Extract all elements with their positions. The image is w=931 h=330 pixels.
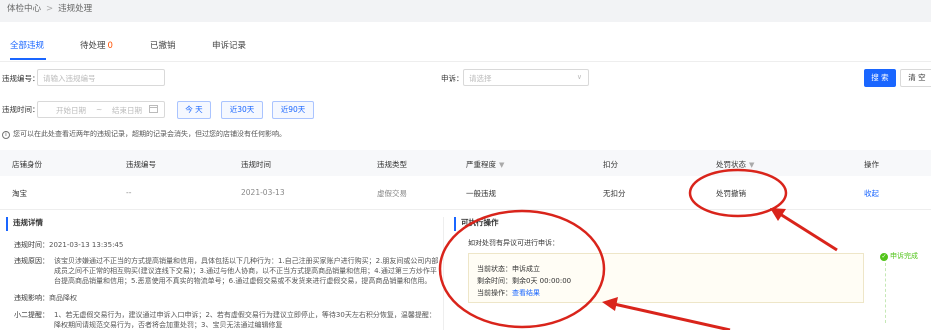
violation-no-input[interactable]: 请输入违规编号 [37, 69, 165, 86]
appeal-select[interactable]: 请选择 ∨ [463, 69, 589, 86]
retention-notice: i 您可以在此处查看近两年的违规记录，超期的记录会消失，但过您的店铺没有任何影响。 [2, 129, 286, 139]
col-actions: 操作 [864, 160, 879, 169]
col-violation-time: 违规时间 [241, 160, 271, 169]
violation-detail-panel: 违规详情 违规时间：2021-03-13 13:35:45 违规原因： 该宝贝涉… [6, 217, 444, 330]
appeal-placeholder: 请选择 [469, 74, 492, 83]
date-separator: ~ [96, 105, 103, 114]
tab-revoked[interactable]: 已撤销 [150, 39, 176, 51]
end-date-placeholder: 结束日期 [112, 106, 142, 115]
breadcrumb-root[interactable]: 体检中心 [7, 4, 41, 14]
detail-tip-key: 小二提醒： [14, 311, 49, 319]
detail-reason-line: 成员之间不正常的相互购买(建议连线下交易)；3.通过与他人协商，以不正当方式提高… [54, 267, 437, 275]
tab-count: 0 [107, 41, 113, 51]
detail-time-value: 2021-03-13 13:35:45 [49, 241, 124, 249]
tab-label: 申诉记录 [212, 41, 247, 51]
detail-tip-line: 1、若无虚假交易行为，建议通过申诉入口申诉；2、若有虚假交易行为建议立即停止，等… [54, 311, 436, 319]
appeal-complete-label: 申诉完成 [890, 252, 918, 260]
tab-label: 已撤销 [150, 41, 176, 51]
available-operations-panel: 可执行操作 如对处罚有异议可进行申诉： 当前状态：申诉成立 剩余时间：剩余0天 … [452, 217, 931, 330]
cell-violation-no: -- [126, 188, 132, 197]
start-date-placeholder: 开始日期 [56, 106, 86, 115]
remaining-time-value: 剩余0天 00:00:00 [512, 277, 572, 285]
appeal-status-row: 当前状态：申诉成立 [477, 264, 540, 274]
detail-impact-value: 商品降权 [49, 294, 77, 302]
appeal-question: 如对处罚有异议可进行申诉： [468, 239, 559, 247]
tab-bar: 全部违规 待处理 0 已撤销 申诉记录 [0, 22, 931, 62]
cell-violation-type: 虚假交易 [377, 189, 407, 198]
current-operation-row: 当前操作：查看结果 [477, 288, 540, 298]
appeal-complete-badge: ✓ 申诉完成 [880, 251, 918, 261]
search-button[interactable]: 搜 索 [864, 69, 896, 87]
detail-tip-line: 降权期间请规范交易行为，否者将会加重处罚；3、宝贝无法通过编辑修复 [54, 321, 283, 329]
operations-title: 可执行操作 [454, 217, 499, 231]
cell-penalty-status: 处罚撤销 [716, 189, 746, 198]
detail-reason-key: 违规原因： [14, 257, 49, 265]
col-severity[interactable]: 严重程度 ▼ [466, 159, 504, 170]
table-header: 店铺身份 违规编号 违规时间 违规类型 严重程度 ▼ 扣分 处罚状态 ▼ 操作 [0, 150, 931, 176]
appeal-label: 申诉： [441, 74, 464, 83]
detail-title: 违规详情 [6, 217, 43, 231]
collapse-link[interactable]: 收起 [864, 188, 879, 199]
breadcrumb-bar: 体检中心 > 违规处理 [0, 0, 931, 18]
col-penalty-status[interactable]: 处罚状态 ▼ [716, 159, 754, 170]
violation-no-placeholder: 请输入违规编号 [43, 74, 96, 83]
notice-text: 您可以在此处查看近两年的违规记录，超期的记录会消失，但过您的店铺没有任何影响。 [13, 130, 286, 138]
current-operation-key: 当前操作： [477, 289, 512, 297]
cell-shop-identity: 淘宝 [12, 189, 27, 198]
quick-90-days-button[interactable]: 近90天 [272, 101, 314, 119]
table-row: 淘宝 -- 2021-03-13 虚假交易 一般违规 无扣分 处罚撤销 收起 [0, 176, 931, 210]
appeal-status-value: 申诉成立 [512, 265, 540, 273]
filter-icon[interactable]: ▼ [499, 161, 504, 169]
tab-label: 全部违规 [10, 41, 45, 51]
appeal-status-box: 当前状态：申诉成立 剩余时间：剩余0天 00:00:00 当前操作：查看结果 [468, 253, 864, 303]
col-severity-label: 严重程度 [466, 160, 496, 169]
col-shop-identity: 店铺身份 [12, 160, 42, 169]
check-circle-icon: ✓ [880, 253, 888, 261]
detail-reason-line: 该宝贝涉嫌通过不正当的方式提高销量和信用，具体包括以下几种行为：1.自己注册买家… [54, 257, 439, 265]
remaining-time-key: 剩余时间： [477, 277, 512, 285]
cell-deduction: 无扣分 [603, 189, 626, 198]
filter-icon[interactable]: ▼ [749, 161, 754, 169]
cell-severity: 一般违规 [466, 189, 496, 198]
detail-time-key: 违规时间： [14, 241, 49, 249]
tab-appeal-records[interactable]: 申诉记录 [212, 39, 246, 51]
detail-impact-key: 违规影响： [14, 294, 49, 302]
tab-pending[interactable]: 待处理 0 [80, 39, 113, 51]
timeline-line [885, 263, 886, 323]
remaining-time-row: 剩余时间：剩余0天 00:00:00 [477, 276, 571, 286]
breadcrumb: 体检中心 > 违规处理 [7, 2, 92, 14]
violation-no-label: 违规编号： [2, 74, 40, 83]
col-violation-type: 违规类型 [377, 160, 407, 169]
quick-today-button[interactable]: 今 天 [177, 101, 211, 119]
active-tab-indicator [10, 58, 46, 60]
col-penalty-status-label: 处罚状态 [716, 160, 746, 169]
chevron-down-icon: ∨ [576, 73, 582, 81]
cell-violation-time: 2021-03-13 [241, 188, 285, 197]
clear-button[interactable]: 清 空 [900, 69, 931, 87]
breadcrumb-separator: > [46, 4, 54, 14]
violation-time-label: 违规时间： [2, 105, 40, 114]
main-content: 全部违规 待处理 0 已撤销 申诉记录 违规编号： 请输入违规编号 申诉： 请选择… [0, 22, 931, 330]
detail-impact-row: 违规影响：商品降权 [14, 293, 77, 303]
col-deduction: 扣分 [603, 160, 618, 169]
calendar-icon [149, 104, 158, 115]
col-violation-no: 违规编号 [126, 160, 156, 169]
info-icon: i [2, 131, 10, 139]
appeal-status-key: 当前状态： [477, 265, 512, 273]
tab-label: 待处理 [80, 41, 106, 51]
detail-reason-line: 台提高商品销量和信用；5.恶意使用不真实的物流单号；6.通过虚假交易或不发货来进… [54, 277, 432, 285]
view-result-link[interactable]: 查看结果 [512, 289, 540, 297]
quick-30-days-button[interactable]: 近30天 [221, 101, 263, 119]
tab-all-violations[interactable]: 全部违规 [10, 39, 44, 51]
date-range-picker[interactable]: 开始日期 ~ 结束日期 [37, 101, 165, 118]
breadcrumb-current: 违规处理 [58, 4, 93, 14]
detail-time-row: 违规时间：2021-03-13 13:35:45 [14, 240, 123, 250]
